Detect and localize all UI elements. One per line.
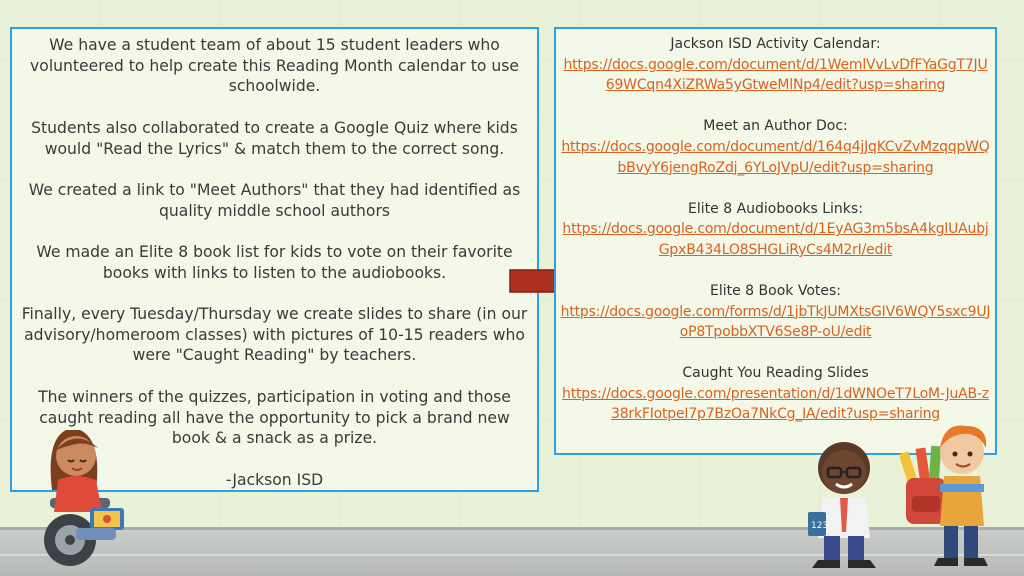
link-elite-8-audiobooks[interactable]: https://docs.google.com/document/d/1EyAG…	[560, 219, 991, 260]
label-caught-reading: Caught You Reading Slides	[682, 365, 869, 382]
paragraph-elite-8: We made an Elite 8 book list for kids to…	[36, 242, 513, 282]
paragraph-meet-authors: We created a link to "Meet Authors" that…	[28, 180, 521, 220]
paragraph-google-quiz: Students also collaborated to create a G…	[31, 118, 518, 158]
label-activity-calendar: Jackson ISD Activity Calendar:	[670, 36, 881, 52]
label-elite-8-votes: Elite 8 Book Votes:	[710, 282, 841, 299]
book-glyph: 123	[811, 521, 828, 531]
boy-backpack-pencils-illustration	[900, 425, 988, 566]
link-meet-author[interactable]: https://docs.google.com/document/d/164q4…	[560, 137, 991, 178]
girl-wheelchair-illustration	[44, 430, 124, 566]
link-activity-calendar[interactable]: https://docs.google.com/document/d/1Weml…	[560, 55, 991, 96]
boy-glasses-book-illustration: 123	[808, 442, 876, 568]
label-elite-8-audiobooks: Elite 8 Audiobooks Links:	[688, 200, 863, 217]
paragraph-slides: Finally, every Tuesday/Thursday we creat…	[21, 305, 528, 365]
paragraph-student-team: We have a student team of about 15 stude…	[30, 36, 519, 96]
label-meet-author: Meet an Author Doc:	[703, 118, 848, 135]
links-panel: Jackson ISD Activity Calendar: https://d…	[554, 27, 997, 455]
link-elite-8-votes[interactable]: https://docs.google.com/forms/d/1jbTkJUM…	[560, 302, 991, 343]
